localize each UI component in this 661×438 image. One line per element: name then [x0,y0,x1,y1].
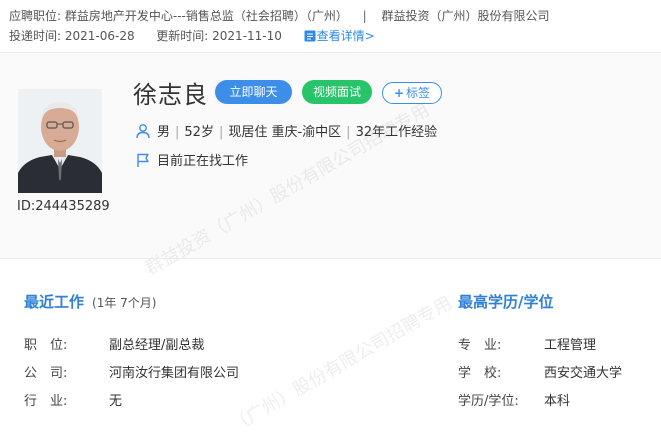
candidate-basic-info: 男 | 52岁 | 现居住 重庆-渝中区 | 32年工作经验 [135,121,437,140]
work-row-value: 副总经理/副总裁 [109,338,205,353]
candidate-name: 徐志良 [133,81,208,109]
work-row-value: 河南汝行集团有限公司 [109,366,240,381]
education-row-label: 学 校: [458,366,502,381]
update-time-label: 更新时间: [156,29,209,43]
add-tag-button[interactable]: + 标签 [382,82,442,104]
candidate-residence: 现居住 重庆-渝中区 [228,125,342,140]
education-title: 最高学历/学位 [458,293,554,311]
candidate-photo [18,89,102,193]
chat-now-button[interactable]: 立即聊天 [215,80,292,104]
candidate-id: ID:244435289 [17,199,110,214]
profile-divider [0,258,661,259]
application-position-line: 应聘职位: 群益房地产开发中心---销售总监（社会招聘）（广州） | 群益投资（… [9,7,550,24]
submit-time-value: 2021-06-28 [64,29,135,43]
document-icon [304,30,316,42]
education-row-value: 本科 [544,394,571,409]
add-tag-label: 标签 [406,86,431,100]
work-row: 行 业: 无 [24,390,122,409]
flag-icon [137,153,149,167]
view-details-label: 查看详情> [316,29,375,43]
update-time-value: 2021-11-10 [212,29,282,43]
job-status: 目前正在找工作 [135,150,248,169]
education-row-value: 西安交通大学 [544,366,623,381]
work-row-value: 无 [109,394,123,409]
work-row: 公 司: 河南汝行集团有限公司 [24,362,239,381]
company-name: 群益投资（广州）股份有限公司 [381,9,550,23]
job-status-text: 目前正在找工作 [157,154,249,169]
application-dates-line: 投递时间: 2021-06-28 更新时间: 2021-11-10 查看详情> [9,27,375,44]
education-row: 专 业: 工程管理 [458,334,596,353]
work-row-label: 公 司: [24,366,68,381]
avatar-image [18,89,102,193]
work-row-label: 行 业: [24,394,68,409]
education-row: 学 校: 西安交通大学 [458,362,622,381]
recent-work-title: 最近工作 (1年 7个月) [24,291,156,312]
plus-icon: + [393,86,405,100]
education-row-value: 工程管理 [544,338,597,353]
work-row: 职 位: 副总经理/副总裁 [24,334,204,353]
submit-time-label: 投递时间: [9,29,62,43]
watermark-text: （广州）股份有限公司招聘专用 [227,292,456,437]
info-divider: | [218,125,224,140]
candidate-profile-card: ID:244435289 徐志良 立即聊天 视频面试 + 标签 男 | 52岁 | 现居住… [0,53,661,258]
education-row-label: 学历/学位: [458,394,519,409]
info-divider: | [175,125,180,140]
application-header: 应聘职位: 群益房地产开发中心---销售总监（社会招聘）（广州） | 群益投资（… [0,0,661,52]
education-row-label: 专 业: [458,338,502,353]
person-icon [136,124,150,139]
recent-work-heading: 最近工作 [24,293,85,311]
video-interview-button[interactable]: 视频面试 [302,80,372,104]
candidate-gender: 男 [157,125,171,140]
candidate-age: 52岁 [184,125,214,140]
recent-work-duration: (1年 7个月) [92,296,157,310]
position-label: 应聘职位: [9,9,62,23]
candidate-experience: 32年工作经验 [355,125,438,140]
info-divider: | [346,125,351,140]
header-separator: | [362,9,367,23]
position-value: 群益房地产开发中心---销售总监（社会招聘）（广州） [64,9,348,23]
view-details-link[interactable]: 查看详情> [304,29,375,43]
work-row-label: 职 位: [24,338,68,353]
education-row: 学历/学位: 本科 [458,390,570,409]
